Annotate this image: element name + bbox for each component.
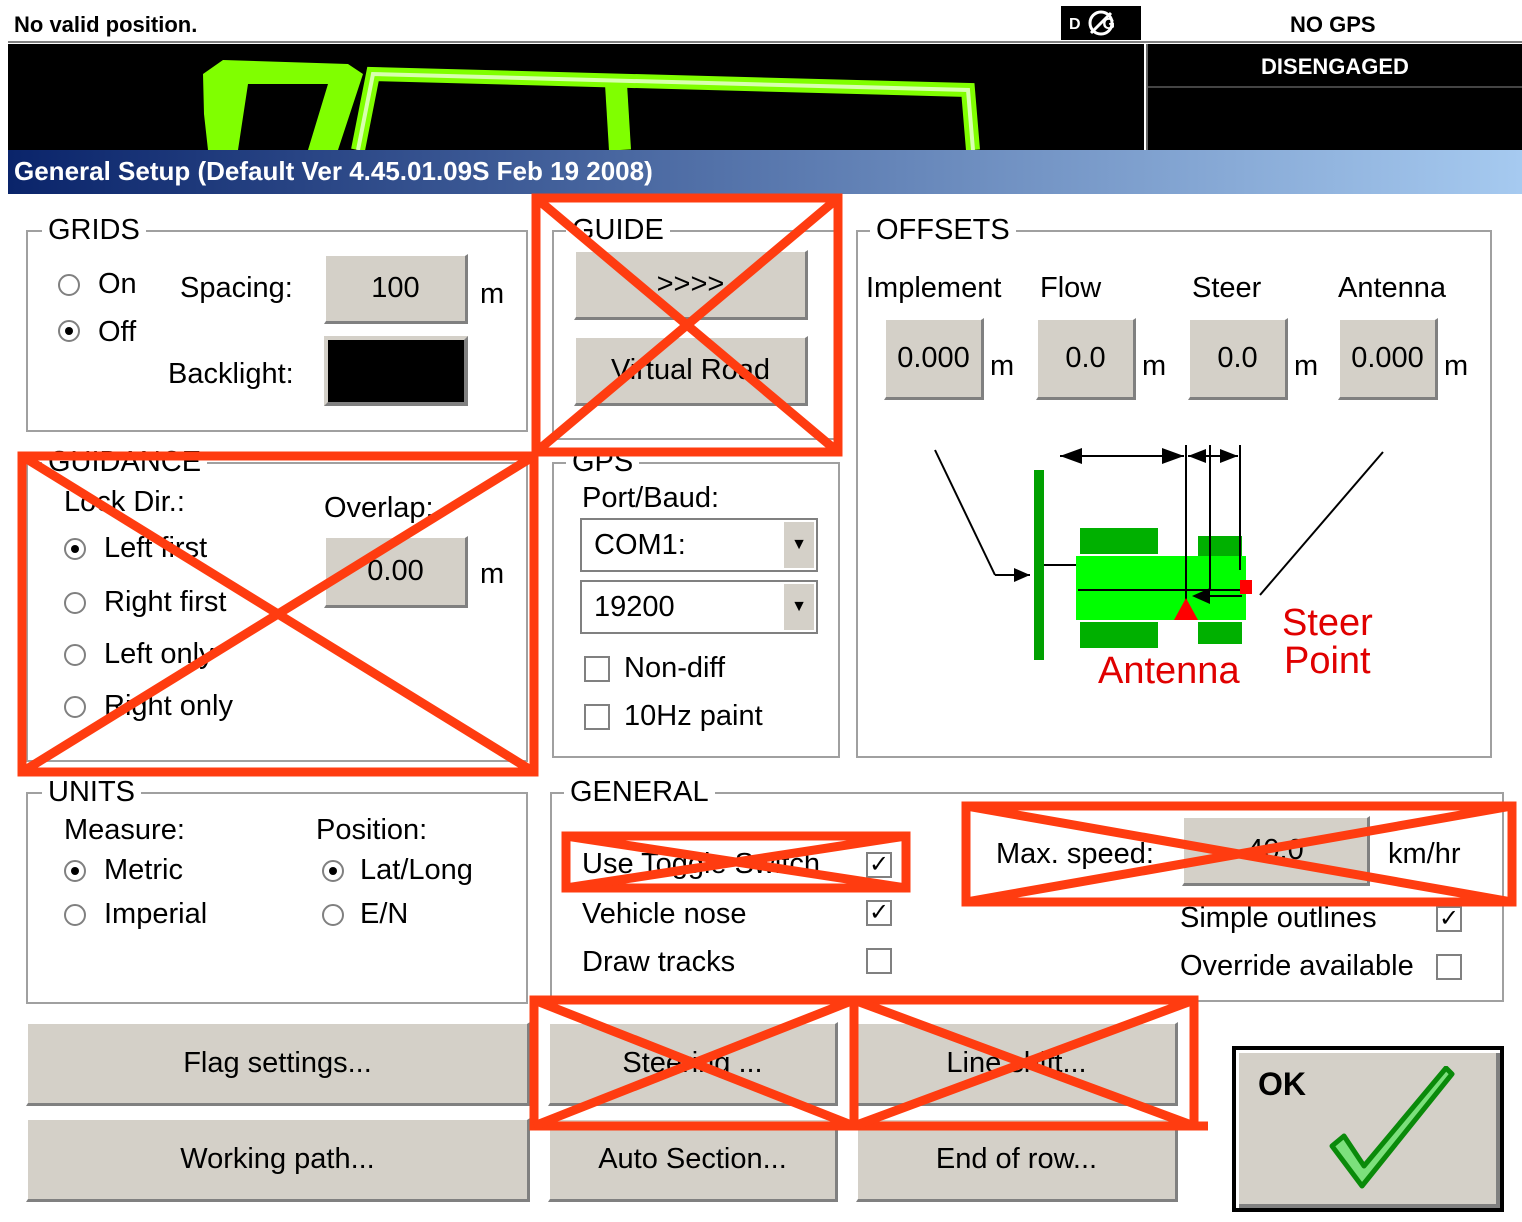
offset-antenna-input[interactable]: 0.000	[1338, 318, 1438, 400]
offset-flow-label: Flow	[1040, 272, 1102, 304]
engage-panel: DISENGAGED	[1146, 44, 1522, 150]
general-legend: GENERAL	[564, 776, 715, 808]
lock-left-first-label: Left first	[104, 532, 208, 564]
virtual-road-button[interactable]: Virtual Road	[574, 336, 808, 406]
grids-legend: GRIDS	[42, 214, 146, 246]
baud-select[interactable]: 19200 ▼	[580, 580, 818, 634]
baud-select-value: 19200	[594, 591, 675, 623]
offset-flow-unit: m	[1142, 350, 1167, 382]
paint-label: 10Hz paint	[624, 700, 763, 732]
ok-label: OK	[1258, 1066, 1306, 1102]
spacing-input[interactable]: 100	[324, 254, 468, 324]
vehicle-nose-checkbox[interactable]: ✓	[866, 900, 892, 926]
offset-implement-unit: m	[990, 350, 1015, 382]
auto-section-button[interactable]: Auto Section...	[548, 1118, 838, 1202]
lock-left-only-label: Left only	[104, 638, 214, 670]
offset-flow-input[interactable]: 0.0	[1036, 318, 1136, 400]
non-diff-label: Non-diff	[624, 652, 726, 684]
checkmark-icon	[1329, 1066, 1455, 1189]
status-divider	[8, 41, 1522, 43]
dgps-icon: DG	[1061, 6, 1141, 40]
overlap-label: Overlap:	[324, 492, 434, 524]
guidance-legend: GUIDANCE	[42, 446, 208, 478]
overlap-unit: m	[480, 558, 505, 590]
port-select-value: COM1:	[594, 529, 686, 561]
non-diff-checkbox[interactable]	[584, 656, 610, 682]
arrows-button[interactable]: >>>>	[574, 250, 808, 320]
port-select[interactable]: COM1: ▼	[580, 518, 818, 572]
grids-off-radio[interactable]	[58, 320, 80, 342]
chevron-down-icon[interactable]: ▼	[782, 584, 814, 630]
override-label: Override available	[1180, 950, 1414, 982]
offset-implement-input[interactable]: 0.000	[884, 318, 984, 400]
lock-dir-label: Lock Dir.:	[64, 486, 185, 518]
offset-steer-input[interactable]: 0.0	[1188, 318, 1288, 400]
position-status: No valid position.	[14, 12, 198, 37]
lock-right-only-label: Right only	[104, 690, 233, 722]
offsets-legend: OFFSETS	[870, 214, 1016, 246]
latlong-radio[interactable]	[322, 860, 344, 882]
toggle-switch-checkbox[interactable]: ✓	[866, 852, 892, 878]
overlap-input[interactable]: 0.00	[324, 536, 468, 608]
toggle-switch-label: Use Toggle Switch	[582, 848, 821, 880]
en-label: E/N	[360, 898, 409, 930]
diagram-steer-label: Steer	[1282, 602, 1373, 644]
lock-left-only-radio[interactable]	[64, 644, 86, 666]
max-speed-label: Max. speed:	[996, 838, 1154, 870]
en-radio[interactable]	[322, 904, 344, 926]
line-shift-button[interactable]: Line shift...	[856, 1022, 1178, 1106]
backlight-color-button[interactable]	[324, 336, 468, 406]
metric-label: Metric	[104, 854, 183, 886]
end-of-row-button[interactable]: End of row...	[856, 1118, 1178, 1202]
flag-settings-button[interactable]: Flag settings...	[26, 1022, 530, 1106]
window-title: General Setup (Default Ver 4.45.01.09S F…	[14, 156, 653, 186]
lock-right-first-radio[interactable]	[64, 592, 86, 614]
guide-legend: GUIDE	[566, 214, 670, 246]
max-speed-input[interactable]: 40.0	[1182, 816, 1370, 886]
simple-outlines-checkbox[interactable]: ✓	[1436, 906, 1462, 932]
diagram-point-label: Point	[1284, 640, 1371, 682]
override-checkbox[interactable]	[1436, 954, 1462, 980]
offset-steer-unit: m	[1294, 350, 1319, 382]
spacing-unit: m	[480, 278, 505, 310]
offset-steer-label: Steer	[1192, 272, 1262, 304]
vehicle-nose-label: Vehicle nose	[582, 898, 747, 930]
draw-tracks-checkbox[interactable]	[866, 948, 892, 974]
offset-implement-label: Implement	[866, 272, 1002, 304]
paint-checkbox[interactable]	[584, 704, 610, 730]
units-legend: UNITS	[42, 776, 141, 808]
imperial-label: Imperial	[104, 898, 208, 930]
draw-tracks-label: Draw tracks	[582, 946, 736, 978]
lock-right-only-radio[interactable]	[64, 696, 86, 718]
backlight-label: Backlight:	[168, 358, 294, 390]
spacing-label: Spacing:	[180, 272, 293, 304]
grids-on-radio[interactable]	[58, 274, 80, 296]
grids-off-label: Off	[98, 316, 137, 348]
offset-antenna-unit: m	[1444, 350, 1469, 382]
engage-status: DISENGAGED	[1261, 54, 1409, 79]
imperial-radio[interactable]	[64, 904, 86, 926]
metric-radio[interactable]	[64, 860, 86, 882]
diagram-antenna-label: Antenna	[1098, 650, 1240, 692]
offset-antenna-label: Antenna	[1338, 272, 1447, 304]
grids-on-label: On	[98, 268, 137, 300]
measure-label: Measure:	[64, 814, 185, 846]
engage-divider	[1148, 86, 1522, 88]
window-title-bar[interactable]: General Setup (Default Ver 4.45.01.09S F…	[8, 150, 1522, 194]
gps-legend: GPS	[566, 446, 640, 478]
ok-button[interactable]: OK	[1232, 1046, 1504, 1212]
gps-status: NO GPS	[1290, 12, 1376, 37]
port-baud-label: Port/Baud:	[582, 482, 720, 514]
max-speed-unit: km/hr	[1388, 838, 1461, 870]
lock-right-first-label: Right first	[104, 586, 227, 618]
lock-left-first-radio[interactable]	[64, 538, 86, 560]
latlong-label: Lat/Long	[360, 854, 473, 886]
position-label: Position:	[316, 814, 428, 846]
working-path-button[interactable]: Working path...	[26, 1118, 530, 1202]
steering-button[interactable]: Steering ...	[548, 1022, 838, 1106]
chevron-down-icon[interactable]: ▼	[782, 522, 814, 568]
simple-outlines-label: Simple outlines	[1180, 902, 1377, 934]
map-view[interactable]	[8, 44, 1144, 150]
